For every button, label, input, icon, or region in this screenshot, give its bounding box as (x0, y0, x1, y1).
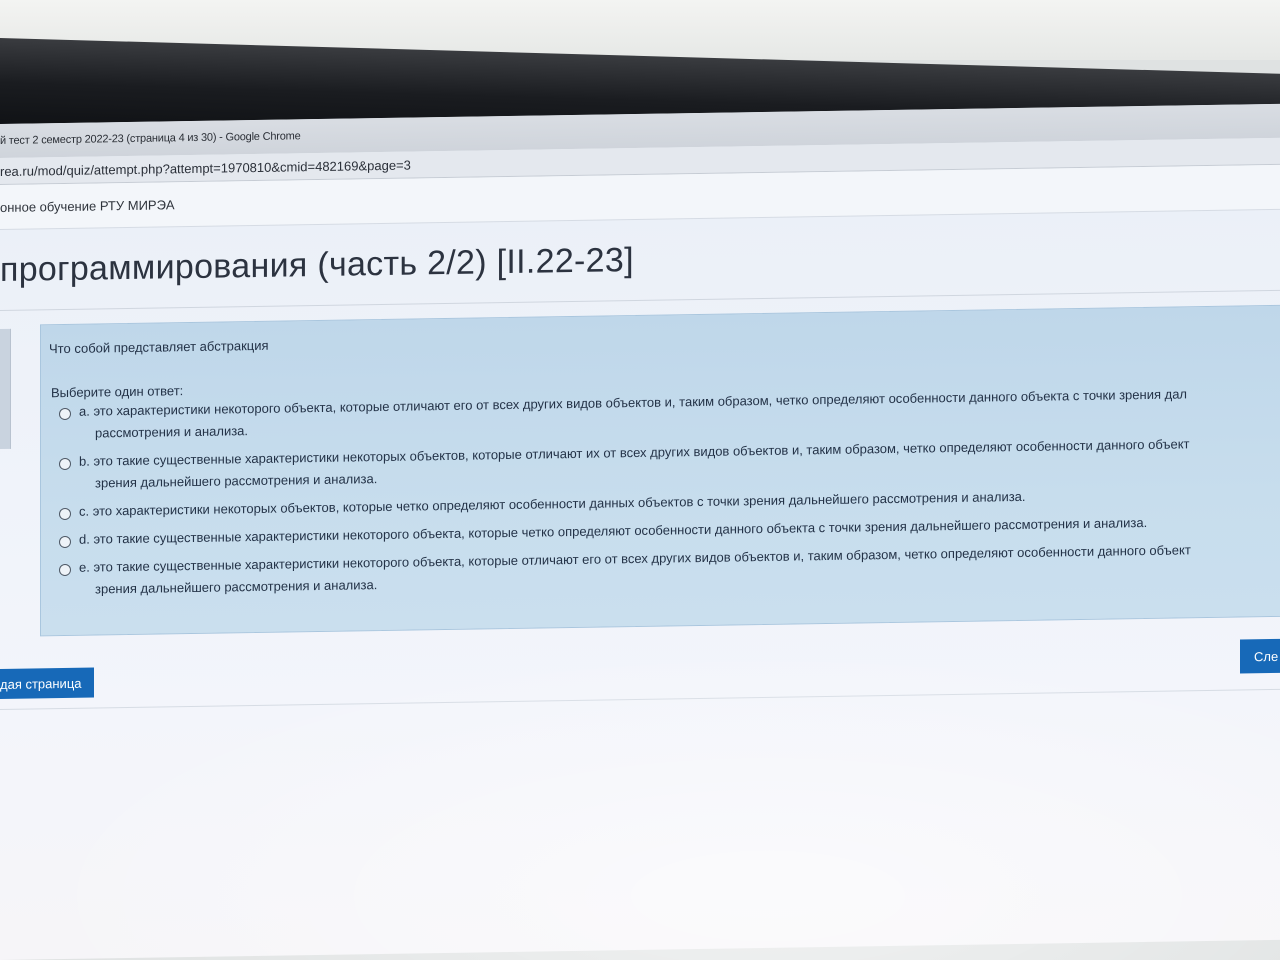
answer-option-b[interactable]: b. это такие существенные характеристики… (59, 436, 1280, 495)
browser-screen: й тест 2 семестр 2022-23 (страница 4 из … (0, 103, 1280, 960)
radio-a[interactable] (59, 407, 71, 421)
question-area: Что собой представляет абстракция Выбери… (0, 291, 1280, 651)
question-info-tab (0, 328, 11, 449)
window-title: й тест 2 семестр 2022-23 (страница 4 из … (0, 130, 301, 147)
question-box: Что собой представляет абстракция Выбери… (40, 304, 1280, 637)
page-title: программирования (часть 2/2) [II.22-23] (0, 240, 634, 289)
question-text: Что собой представляет абстракция (49, 337, 269, 357)
radio-b[interactable] (59, 457, 71, 471)
next-page-button[interactable]: Сле (1240, 638, 1280, 674)
answer-prompt: Выберите один ответ: (51, 383, 184, 401)
answer-c-line1: c. это характеристики некоторых объектов… (79, 488, 1026, 519)
radio-e[interactable] (59, 563, 71, 577)
url-text[interactable]: rea.ru/mod/quiz/attempt.php?attempt=1970… (0, 157, 411, 178)
radio-d[interactable] (59, 535, 71, 549)
footer-divider (0, 688, 1280, 710)
previous-page-button[interactable]: дая страница (0, 667, 94, 699)
site-name-link[interactable]: онное обучение РТУ МИРЭА (0, 197, 175, 215)
radio-c[interactable] (59, 507, 71, 521)
answer-option-e[interactable]: e. это такие существенные характеристики… (59, 542, 1280, 601)
answer-text-e[interactable]: e. это такие существенные характеристики… (79, 539, 1191, 600)
answer-list: a. это характеристики некоторого объекта… (59, 386, 1280, 611)
